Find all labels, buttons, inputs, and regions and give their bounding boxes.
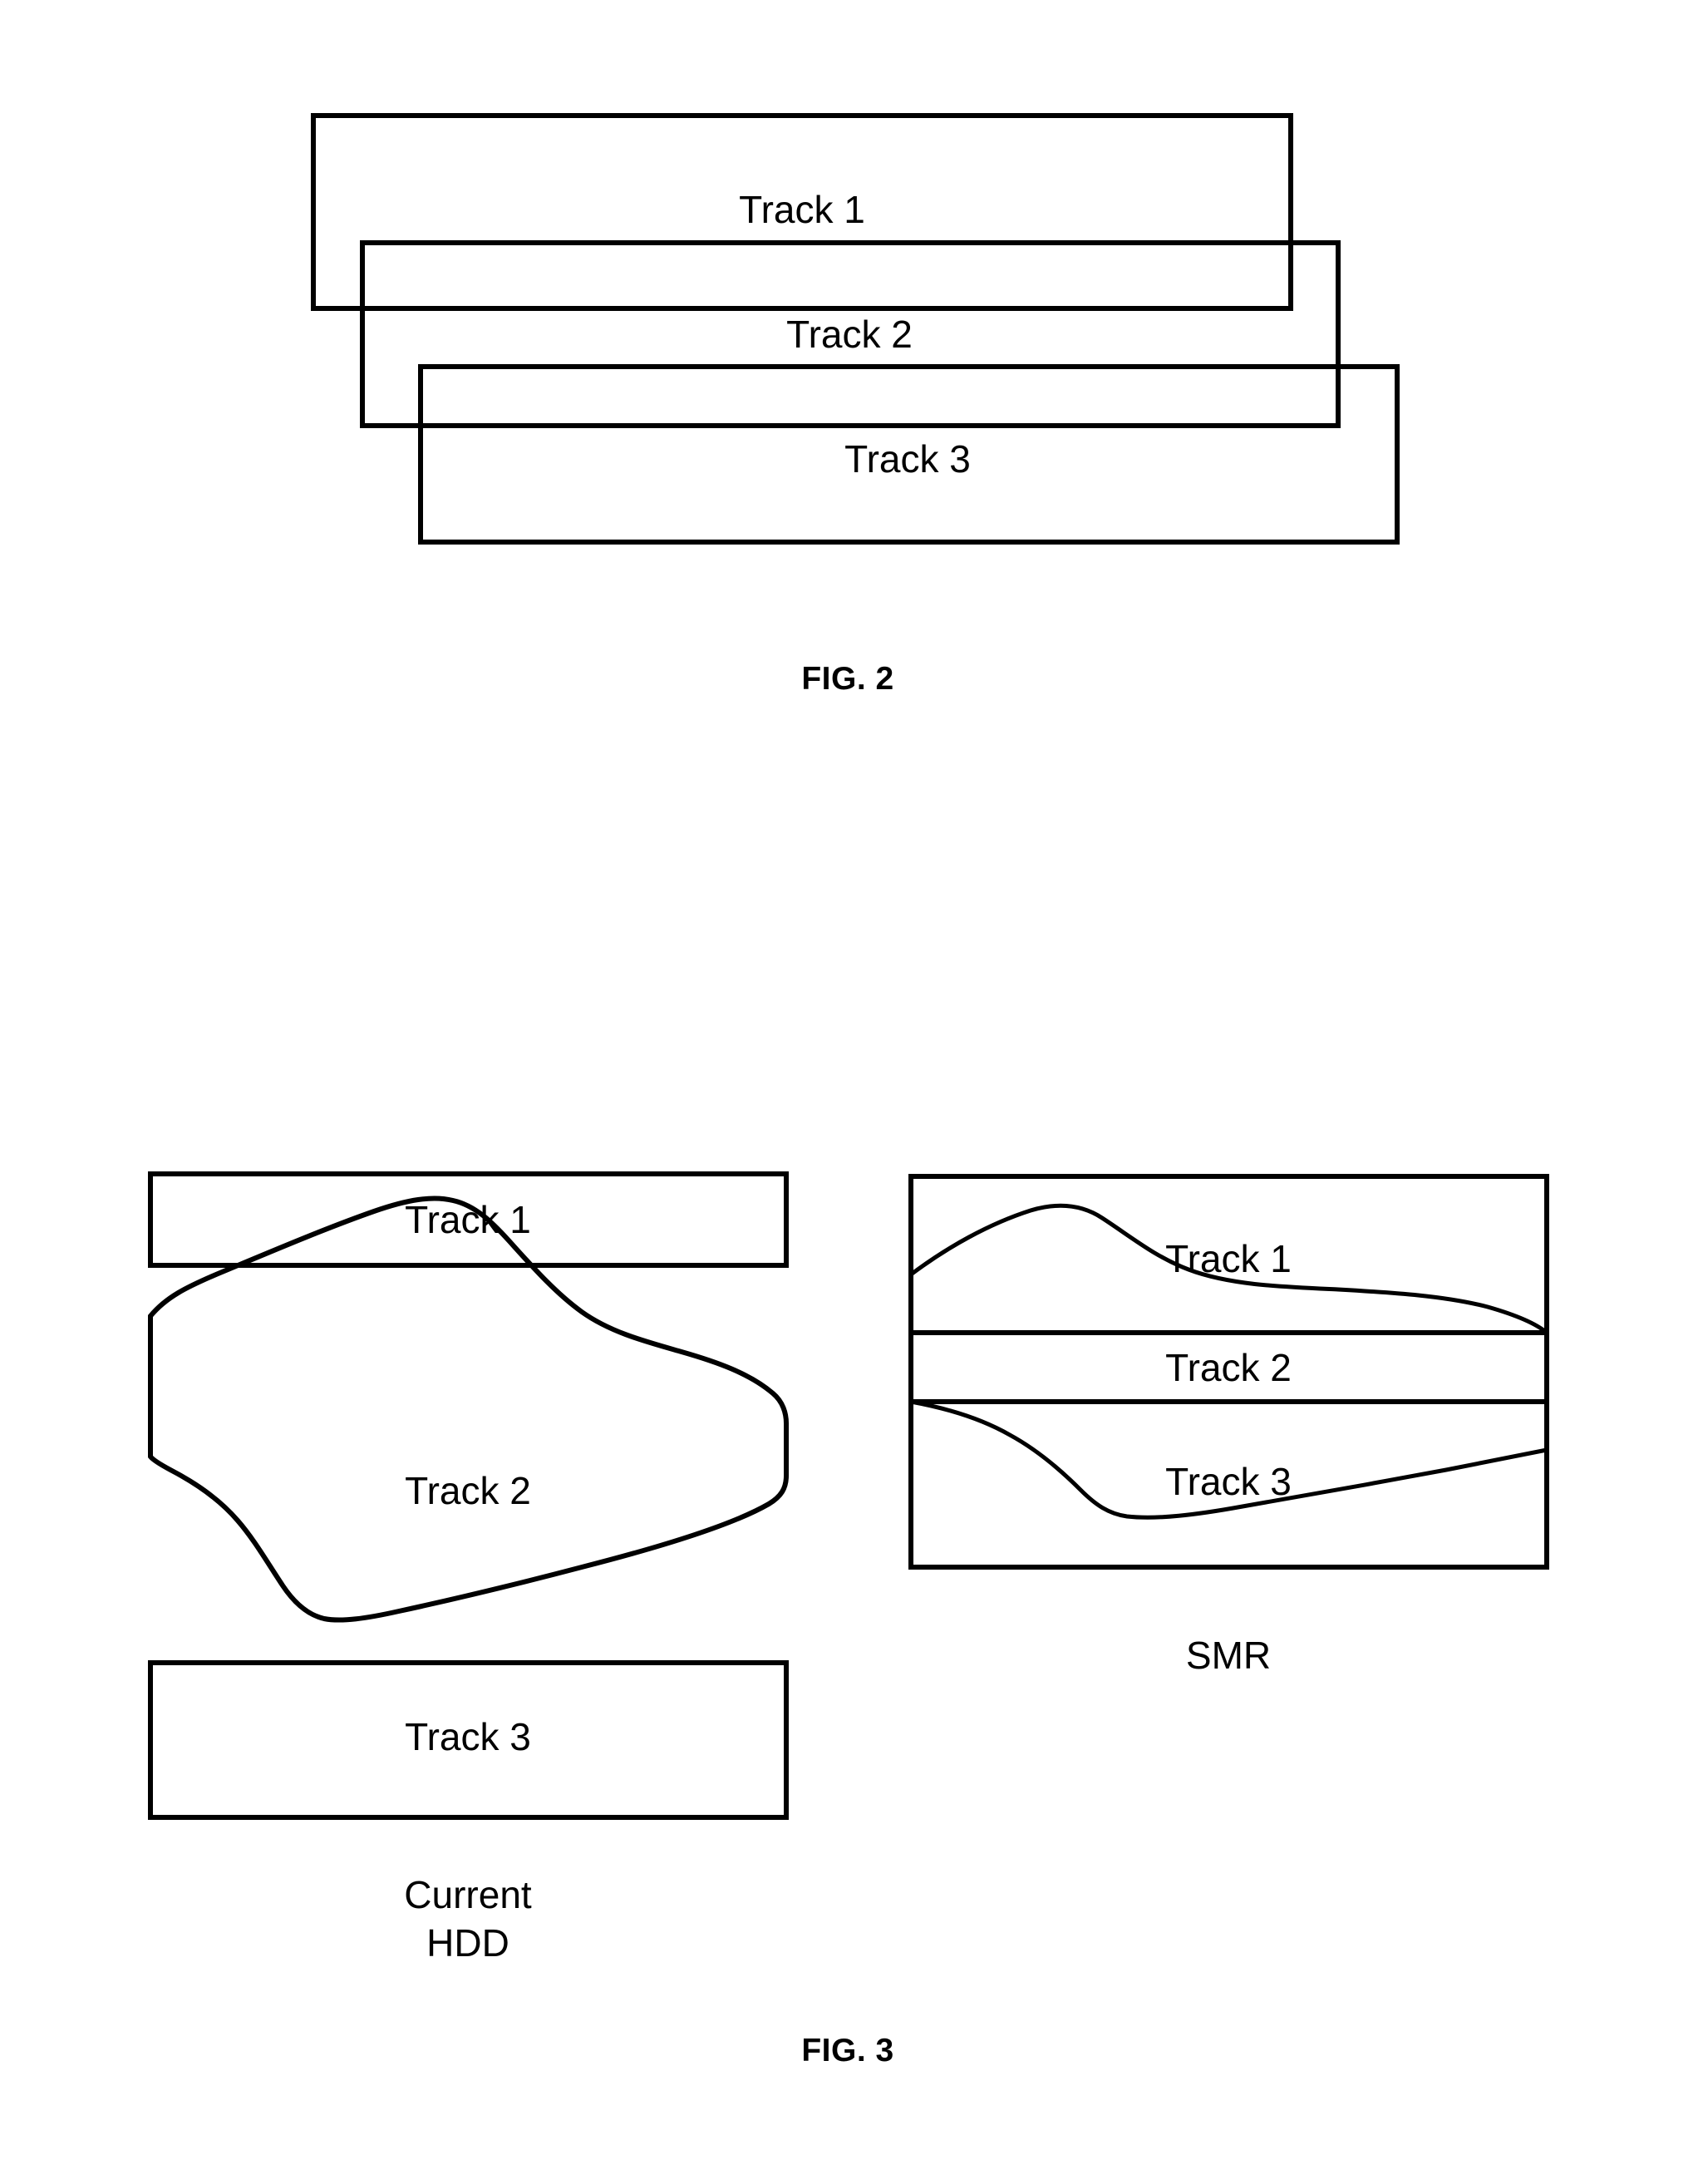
hdd-track1-label: Track 1	[405, 1198, 531, 1241]
hdd-track2-blob	[148, 1196, 789, 1623]
smr-caption: SMR	[1185, 1634, 1272, 1677]
hdd-track2-label: Track 2	[405, 1469, 531, 1512]
fig2-track2-label: Track 2	[786, 313, 913, 356]
patent-figure-sheet: Track 1 Track 2 Track 3 FIG. 2 Track 1 T…	[0, 0, 1698, 2184]
current-hdd-caption-line2: HDD	[426, 1921, 509, 1965]
smr-track1-label: Track 1	[1165, 1237, 1292, 1280]
fig3-caption: FIG. 3	[801, 2033, 894, 2068]
smr-track2-label: Track 2	[1165, 1346, 1292, 1389]
fig2-track1-label: Track 1	[739, 188, 865, 231]
hdd-track3-label: Track 3	[405, 1715, 531, 1758]
current-hdd-caption: Current HDD	[404, 1871, 531, 1967]
current-hdd-caption-line1: Current	[404, 1873, 532, 1916]
smr-track3-label: Track 3	[1165, 1460, 1292, 1503]
fig2-caption: FIG. 2	[801, 661, 894, 697]
fig2-track3-label: Track 3	[844, 437, 971, 481]
